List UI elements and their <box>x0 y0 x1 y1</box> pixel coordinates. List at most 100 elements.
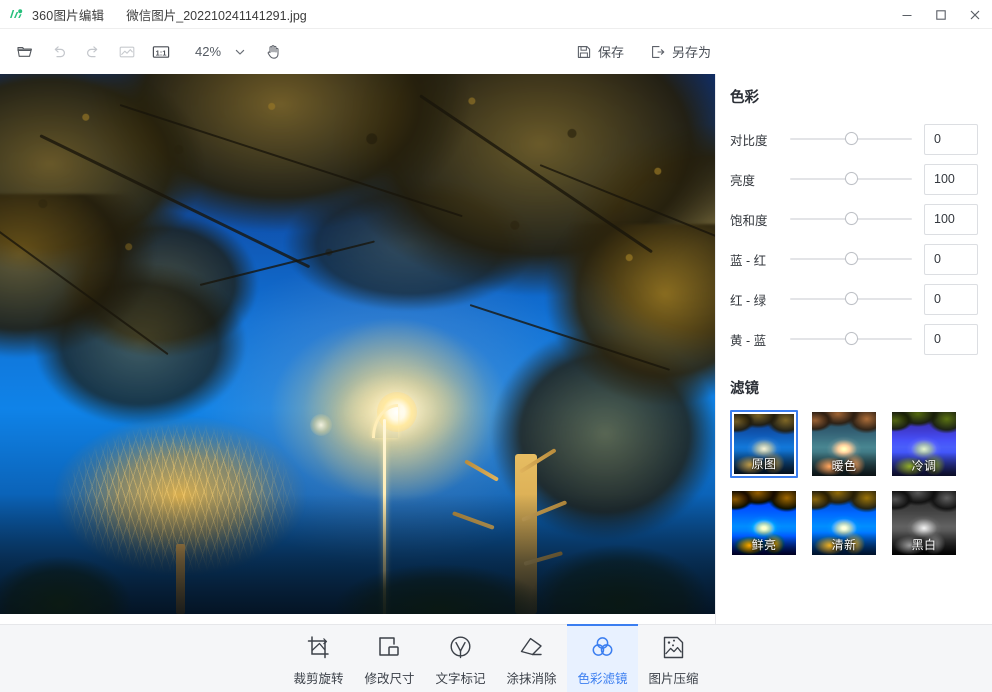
thumb-art <box>734 414 794 474</box>
filter-thumbnail: 鲜亮 <box>732 491 796 555</box>
compress-icon <box>660 631 687 661</box>
blue-red-slider[interactable] <box>790 252 912 266</box>
slider-knob[interactable] <box>845 172 858 185</box>
filter-item-blackwhite[interactable]: 黑白 <box>890 489 958 557</box>
erase-icon <box>518 631 545 661</box>
hand-tool-button[interactable] <box>258 37 288 67</box>
filter-thumbnail: 原图 <box>734 414 794 474</box>
filter-item-cool[interactable]: 冷调 <box>890 410 958 478</box>
filter-grid: 原图 暖色 冷调 <box>716 410 992 557</box>
slider-knob[interactable] <box>845 212 858 225</box>
blue-red-value[interactable]: 0 <box>924 244 978 275</box>
filter-item-fresh[interactable]: 清新 <box>810 489 878 557</box>
red-green-slider[interactable] <box>790 292 912 306</box>
color-filter-icon <box>589 631 616 661</box>
maximize-icon <box>935 9 947 21</box>
slider-row-brightness: 亮度 100 <box>716 159 992 199</box>
editor-body: 色彩 对比度 0 亮度 100 饱和度 <box>0 74 992 624</box>
thumb-art <box>812 412 876 476</box>
slider-row-blue-red: 蓝 - 红 0 <box>716 239 992 279</box>
red-green-value[interactable]: 0 <box>924 284 978 315</box>
dark-foreground-layer <box>0 494 715 614</box>
tab-label: 文字标记 <box>435 668 485 687</box>
tab-resize[interactable]: 修改尺寸 <box>354 624 425 692</box>
slider-knob[interactable] <box>845 132 858 145</box>
tab-label: 图片压缩 <box>648 668 698 687</box>
tab-color-filter[interactable]: 色彩滤镜 <box>567 624 638 692</box>
hand-tool-icon <box>264 43 282 61</box>
saturation-slider[interactable] <box>790 212 912 226</box>
text-mark-icon <box>447 631 474 661</box>
file-name: 微信图片_202210241141291.jpg <box>126 5 306 24</box>
yellow-blue-value[interactable]: 0 <box>924 324 978 355</box>
slider-label: 黄 - 蓝 <box>730 330 786 349</box>
open-file-button[interactable] <box>10 37 40 67</box>
title-bar: 360图片编辑 微信图片_202210241141291.jpg <box>0 0 992 29</box>
contrast-slider[interactable] <box>790 132 912 146</box>
actual-size-button[interactable]: 1:1 <box>146 37 176 67</box>
svg-text:1:1: 1:1 <box>156 48 168 57</box>
filter-item-vivid[interactable]: 鲜亮 <box>730 489 798 557</box>
contrast-value[interactable]: 0 <box>924 124 978 155</box>
slider-label: 亮度 <box>730 170 786 189</box>
save-as-button[interactable]: 另存为 <box>643 38 718 66</box>
filter-item-warm[interactable]: 暖色 <box>810 410 878 478</box>
tab-label: 修改尺寸 <box>364 668 414 687</box>
yellow-blue-slider[interactable] <box>790 332 912 346</box>
filters-section-title: 滤镜 <box>730 377 992 398</box>
photo-preview <box>0 74 715 614</box>
tab-label: 涂抹消除 <box>506 668 556 687</box>
tab-crop-rotate[interactable]: 裁剪旋转 <box>283 624 354 692</box>
undo-button[interactable] <box>44 37 74 67</box>
tab-text-mark[interactable]: 文字标记 <box>425 624 496 692</box>
zoom-level-label[interactable]: 42% <box>192 44 224 59</box>
redo-button[interactable] <box>78 37 108 67</box>
one-to-one-icon: 1:1 <box>151 43 171 61</box>
minimize-icon <box>901 9 913 21</box>
360-logo-icon <box>8 6 25 23</box>
save-icon <box>576 44 592 60</box>
window-controls <box>890 0 992 29</box>
thumb-art <box>812 491 876 555</box>
thumb-art <box>732 491 796 555</box>
color-section-title: 色彩 <box>730 86 992 107</box>
main-toolbar: 1:1 42% 保存 <box>0 29 992 74</box>
fit-image-button[interactable] <box>112 37 142 67</box>
tab-erase[interactable]: 涂抹消除 <box>496 624 567 692</box>
brightness-value[interactable]: 100 <box>924 164 978 195</box>
minimize-button[interactable] <box>890 0 924 29</box>
brightness-slider[interactable] <box>790 172 912 186</box>
save-as-label: 另存为 <box>672 42 711 61</box>
save-label: 保存 <box>598 42 624 61</box>
saturation-value[interactable]: 100 <box>924 204 978 235</box>
close-button[interactable] <box>958 0 992 29</box>
slider-label: 红 - 绿 <box>730 290 786 309</box>
tab-label: 色彩滤镜 <box>577 668 627 687</box>
slider-label: 对比度 <box>730 130 786 149</box>
image-canvas-area[interactable] <box>0 74 715 624</box>
slider-knob[interactable] <box>845 292 858 305</box>
crop-rotate-icon <box>305 631 332 661</box>
slider-row-saturation: 饱和度 100 <box>716 199 992 239</box>
image-editor-window: 360图片编辑 微信图片_202210241141291.jpg <box>0 0 992 692</box>
save-button[interactable]: 保存 <box>569 38 631 66</box>
filter-item-original[interactable]: 原图 <box>730 410 798 478</box>
slider-label: 蓝 - 红 <box>730 250 786 269</box>
slider-row-yellow-blue: 黄 - 蓝 0 <box>716 319 992 359</box>
bottom-tool-tabs: 裁剪旋转 修改尺寸 文字标记 <box>0 624 992 692</box>
filter-thumbnail: 冷调 <box>892 412 956 476</box>
undo-icon <box>50 43 68 61</box>
tab-compress[interactable]: 图片压缩 <box>638 624 709 692</box>
filter-thumbnail: 黑白 <box>892 491 956 555</box>
zoom-dropdown-button[interactable] <box>228 39 252 65</box>
maximize-button[interactable] <box>924 0 958 29</box>
slider-row-red-green: 红 - 绿 0 <box>716 279 992 319</box>
app-title: 360图片编辑 <box>32 5 104 24</box>
save-as-icon <box>650 44 666 60</box>
resize-icon <box>376 631 403 661</box>
slider-row-contrast: 对比度 0 <box>716 119 992 159</box>
slider-knob[interactable] <box>845 252 858 265</box>
slider-label: 饱和度 <box>730 210 786 229</box>
adjustments-panel: 色彩 对比度 0 亮度 100 饱和度 <box>715 74 992 624</box>
slider-knob[interactable] <box>845 332 858 345</box>
